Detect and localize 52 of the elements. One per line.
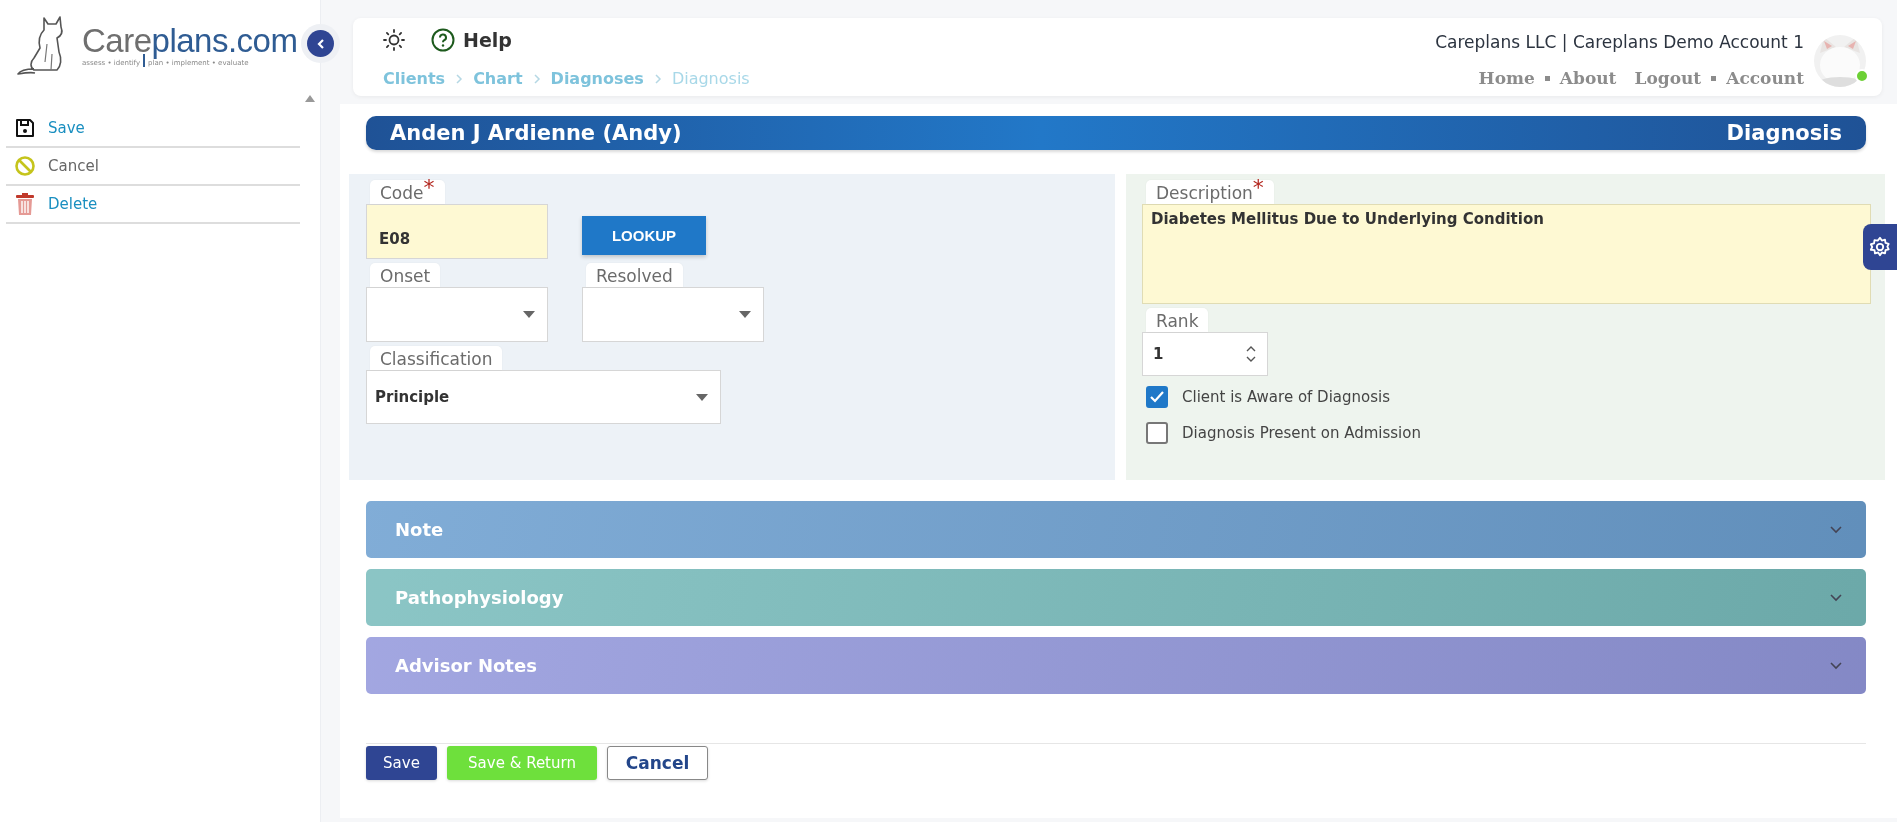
- logo-text: Careplans.com: [82, 24, 298, 58]
- accordion-header[interactable]: Pathophysiology: [366, 569, 1866, 626]
- sidebar-action[interactable]: Save: [6, 110, 300, 148]
- help-button[interactable]: Help: [431, 28, 512, 52]
- settings-icon: [1869, 236, 1891, 258]
- page-title: Diagnosis: [1726, 121, 1842, 145]
- cancel-icon: [14, 155, 36, 177]
- accordion-header[interactable]: Advisor Notes: [366, 637, 1866, 694]
- checkbox[interactable]: [1146, 386, 1168, 408]
- chevron-right-icon: [455, 72, 464, 85]
- client-name: Anden J Ardienne (Andy): [390, 121, 682, 145]
- rank-field[interactable]: 1: [1142, 332, 1268, 376]
- nav-link[interactable]: About: [1559, 68, 1617, 88]
- caret-icon: [523, 311, 535, 318]
- save-icon: [14, 117, 36, 139]
- description-field[interactable]: Diabetes Mellitus Due to Underlying Condition: [1142, 204, 1871, 304]
- field-label: Resolved: [586, 263, 683, 287]
- scroll-up-icon[interactable]: [305, 94, 315, 102]
- checkbox-label: Diagnosis Present on Admission: [1182, 424, 1421, 442]
- settings-button[interactable]: [1863, 224, 1897, 270]
- field-label: Onset: [370, 263, 441, 287]
- trash-icon: [14, 192, 36, 216]
- cancel-button[interactable]: Cancel: [607, 746, 708, 780]
- breadcrumb-current: Diagnosis: [671, 69, 750, 88]
- breadcrumb-link[interactable]: Diagnoses: [550, 69, 644, 88]
- caret-icon: [739, 311, 751, 318]
- save-button[interactable]: Save: [366, 746, 437, 780]
- account-name: Careplans LLC | Careplans Demo Account 1: [1435, 32, 1804, 52]
- breadcrumb-link[interactable]: Clients: [383, 69, 446, 88]
- nav-link[interactable]: Home: [1478, 68, 1535, 88]
- sidebar-action[interactable]: Delete: [6, 186, 300, 224]
- code-field[interactable]: E08: [366, 204, 548, 259]
- chevron-down-icon: [1830, 525, 1842, 534]
- sidebar-action[interactable]: Cancel: [6, 148, 300, 186]
- chevron-right-icon: [653, 72, 662, 85]
- checkbox[interactable]: [1146, 422, 1168, 444]
- lookup-button[interactable]: LOOKUP: [582, 216, 706, 255]
- brightness-icon[interactable]: [383, 29, 405, 51]
- chevron-right-icon: [532, 72, 541, 85]
- field-label: Rank: [1146, 308, 1209, 332]
- chevron-down-icon: [1830, 593, 1842, 602]
- help-icon: [431, 28, 455, 52]
- checkmark-icon: [1149, 389, 1165, 405]
- chevron-down-icon: [1830, 661, 1842, 670]
- classification-dropdown[interactable]: Principle: [366, 370, 721, 424]
- nav-link[interactable]: Logout: [1634, 68, 1702, 88]
- breadcrumb-link[interactable]: Chart: [473, 69, 523, 88]
- accordion-header[interactable]: Note: [366, 501, 1866, 558]
- caret-icon: [696, 393, 708, 401]
- nav-link[interactable]: Account: [1726, 68, 1804, 88]
- checkbox-label: Client is Aware of Diagnosis: [1182, 388, 1391, 406]
- field-label: Classification: [370, 346, 503, 370]
